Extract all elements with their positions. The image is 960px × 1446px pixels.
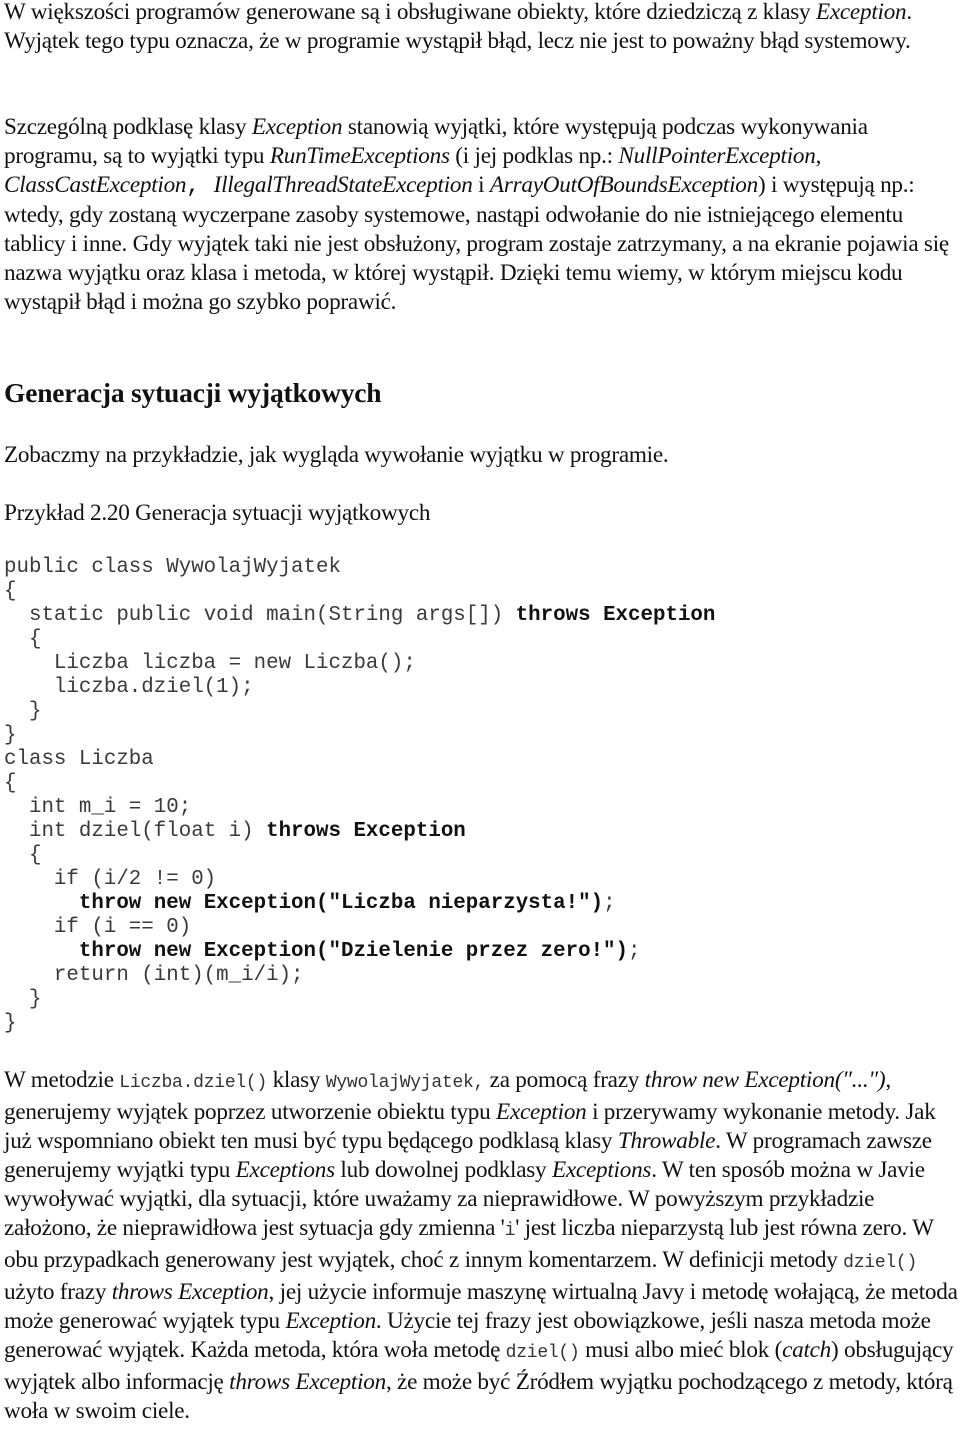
code-line: throw new Exception("Liczba nieparzysta!…: [4, 892, 715, 916]
code-text: if (i == 0): [53, 916, 192, 939]
code-line: int m_i = 10;: [4, 796, 715, 820]
code-line: }: [4, 1012, 715, 1036]
code-line: throw new Exception("Dzielenie przez zer…: [4, 940, 715, 964]
code-keyword: throw new Exception("Liczba nieparzysta!…: [78, 892, 604, 915]
code-text: }: [28, 700, 42, 723]
italic-term: IllegalThreadStateException: [213, 172, 473, 198]
code-line: {: [4, 628, 715, 652]
italic-term: throw new Exception("..."): [644, 1067, 886, 1093]
code-line: static public void main(String args[]) t…: [4, 604, 715, 628]
code-line: }: [4, 700, 715, 724]
italic-term: Exceptions: [235, 1157, 335, 1183]
code-line: if (i == 0): [4, 916, 715, 940]
section-intro: Zobaczmy na przykładzie, jak wygląda wyw…: [4, 442, 669, 468]
text-run: za pomocą frazy: [484, 1067, 645, 1093]
text-run: (i jej podklas np.:: [449, 143, 619, 169]
code-text: }: [4, 1012, 17, 1035]
inline-code: dziel(): [505, 1343, 580, 1363]
italic-term: catch: [782, 1337, 832, 1363]
code-text: }: [4, 724, 17, 747]
code-text: {: [4, 772, 17, 795]
code-line: Liczba liczba = new Liczba();: [4, 652, 715, 676]
inline-code: dziel(): [843, 1253, 918, 1273]
code-line: {: [4, 580, 715, 604]
code-text: int m_i = 10;: [28, 796, 192, 819]
code-text: if (i/2 != 0): [53, 868, 217, 891]
text-run: i: [472, 172, 490, 198]
italic-term: ArrayOutOfBoundsException: [489, 172, 758, 198]
text-run: W większości programów generowane są i o…: [4, 0, 816, 25]
section-heading: Generacja sytuacji wyjątkowych: [4, 377, 382, 408]
inline-code: WywolajWyjatek,: [325, 1073, 485, 1093]
italic-term: Exception: [251, 114, 343, 140]
code-keyword: throw new Exception("Dzielenie przez zer…: [78, 940, 629, 963]
code-text: return (int)(m_i/i);: [53, 964, 304, 987]
text-run: użyto frazy: [4, 1279, 112, 1305]
italic-term: throws Exception: [111, 1279, 269, 1305]
italic-term: Exceptions: [551, 1157, 652, 1183]
code-listing: public class WywolajWyjatek{ static publ…: [4, 556, 715, 1036]
code-text: public class WywolajWyjatek: [4, 556, 341, 579]
italic-term: throws Exception: [229, 1369, 386, 1395]
code-text: Liczba liczba = new Liczba();: [53, 652, 416, 675]
code-line: if (i/2 != 0): [4, 868, 715, 892]
paragraph-exception-intro: W większości programów generowane są i o…: [4, 0, 960, 56]
italic-term: NullPointerException: [618, 143, 816, 169]
code-line: return (int)(m_i/i);: [4, 964, 715, 988]
code-line: }: [4, 724, 715, 748]
italic-term: Exception: [815, 0, 907, 25]
italic-term: Exception: [496, 1099, 587, 1125]
text-run: ,: [815, 143, 822, 169]
code-text: ;: [628, 940, 641, 963]
paragraph-runtime-exceptions: Szczególną podklasę klasy Exception stan…: [4, 113, 960, 317]
paragraph-explanation: W metodzie Liczba.dziel() klasy WywolajW…: [4, 1066, 960, 1426]
code-line: {: [4, 772, 715, 796]
code-line: public class WywolajWyjatek: [4, 556, 715, 580]
code-line: }: [4, 988, 715, 1012]
code-line: liczba.dziel(1);: [4, 676, 715, 700]
code-keyword: throws Exception: [515, 604, 716, 627]
inline-code: Liczba.dziel(): [119, 1073, 268, 1093]
code-line: {: [4, 844, 715, 868]
code-text: class Liczba: [4, 748, 154, 771]
code-keyword: throws Exception: [266, 820, 466, 843]
code-line: class Liczba: [4, 748, 715, 772]
code-text: int dziel(float i): [28, 820, 267, 843]
code-text: ;: [603, 892, 616, 915]
text-run: ,: [186, 173, 214, 199]
text-run: klasy: [267, 1067, 326, 1093]
example-caption: Przykład 2.20 Generacja sytuacji wyjątko…: [4, 500, 431, 526]
italic-term: Exception: [285, 1308, 376, 1334]
text-run: Szczególną podklasę klasy: [4, 114, 252, 140]
code-text: }: [28, 988, 42, 1011]
italic-term: RunTimeExceptions: [269, 143, 450, 169]
italic-term: Throwable: [617, 1128, 716, 1154]
italic-term: ClassCastException: [4, 172, 187, 198]
code-text: {: [28, 628, 42, 651]
inline-code: i: [504, 1221, 516, 1241]
text-run: W metodzie: [4, 1067, 120, 1093]
text-run: lub dowolnej podklasy: [334, 1157, 552, 1183]
code-text: liczba.dziel(1);: [53, 676, 254, 699]
code-line: int dziel(float i) throws Exception: [4, 820, 715, 844]
text-run: musi albo mieć blok (: [579, 1337, 783, 1363]
code-text: static public void main(String args[]): [28, 604, 516, 627]
code-text: {: [28, 844, 42, 867]
code-text: {: [4, 580, 17, 603]
